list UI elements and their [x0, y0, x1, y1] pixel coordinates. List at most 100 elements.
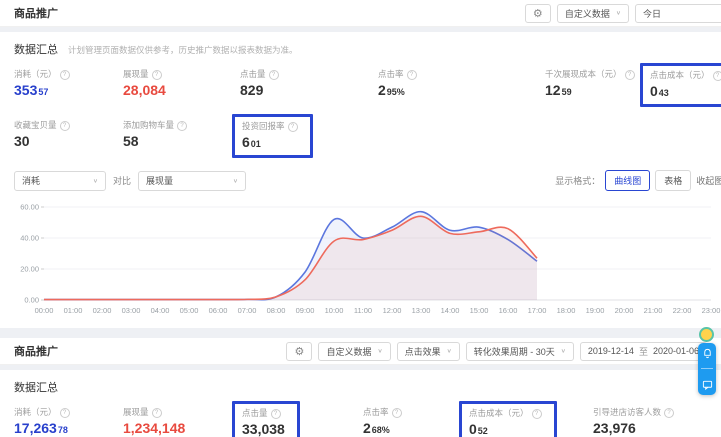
- notification-icon[interactable]: [702, 348, 713, 359]
- svg-text:04:00: 04:00: [151, 306, 170, 315]
- svg-text:16:00: 16:00: [499, 306, 518, 315]
- chevron-down-icon: [561, 348, 566, 354]
- metric-label: 消耗（元）: [14, 68, 70, 80]
- metric-label: 收藏宝贝量: [14, 119, 70, 131]
- svg-text:20.00: 20.00: [20, 265, 39, 274]
- panel1-metrics: 消耗（元）35357展现量28,084点击量829点击率295%千次展现成本（元…: [14, 68, 707, 158]
- metric-展现量: 展现量1,234,148: [123, 406, 240, 437]
- compare-select[interactable]: 展现量: [138, 171, 246, 191]
- summary-title: 数据汇总: [14, 41, 58, 57]
- panel1-title: 商品推广: [14, 5, 58, 21]
- svg-text:0.00: 0.00: [24, 296, 39, 305]
- metric-select[interactable]: 消耗: [14, 171, 106, 191]
- help-icon[interactable]: [532, 409, 542, 419]
- svg-text:22:00: 22:00: [673, 306, 692, 315]
- metric-value: 23,976: [593, 421, 674, 437]
- metric-value: 28,084: [123, 83, 166, 99]
- metric-收藏宝贝量: 收藏宝贝量 30: [14, 119, 123, 158]
- svg-text:60.00: 60.00: [20, 203, 39, 212]
- panel-product-promotion-1: 商品推广 自定义数据 今日 数据汇总 计划管理页面数据仅供参考，历史推广数据以报…: [0, 0, 721, 328]
- compare-label: 对比: [113, 174, 131, 187]
- help-icon[interactable]: [269, 70, 279, 80]
- collapse-chart-link[interactable]: 收起图表: [696, 174, 721, 187]
- trend-chart-svg: 0.0020.0040.0060.0000:0001:0002:0003:000…: [14, 196, 721, 324]
- custom-data-select[interactable]: 自定义数据: [318, 342, 390, 361]
- help-icon[interactable]: [60, 408, 70, 418]
- summary-hint: 计划管理页面数据仅供参考，历史推广数据以报表数据为准。: [68, 44, 298, 56]
- svg-text:18:00: 18:00: [557, 306, 576, 315]
- metric-label: 投资回报率: [242, 120, 298, 132]
- svg-text:08:00: 08:00: [267, 306, 286, 315]
- svg-text:02:00: 02:00: [93, 306, 112, 315]
- summary-title: 数据汇总: [14, 379, 58, 395]
- svg-text:19:00: 19:00: [586, 306, 605, 315]
- metric-添加购物车量: 添加购物车量 58: [123, 119, 240, 158]
- svg-text:09:00: 09:00: [296, 306, 315, 315]
- display-format-group: 显示格式： 曲线图 表格 收起图表: [555, 170, 721, 191]
- highlight-box: 点击成本（元）043: [640, 63, 721, 107]
- help-icon[interactable]: [152, 408, 162, 418]
- metric-label: 点击量: [240, 68, 279, 80]
- help-icon[interactable]: [288, 122, 298, 132]
- metric-label: 点击量: [242, 407, 285, 419]
- metric-label: 点击率: [363, 406, 402, 418]
- metric-点击成本（元）: 点击成本（元）052: [467, 406, 593, 437]
- help-icon[interactable]: [60, 70, 70, 80]
- metric-label: 添加购物车量: [123, 119, 187, 131]
- date-picker-today[interactable]: 今日: [635, 4, 721, 23]
- chat-icon[interactable]: [702, 379, 713, 390]
- divider: [701, 368, 713, 369]
- chevron-down-icon: [616, 10, 621, 16]
- help-icon[interactable]: [407, 70, 417, 80]
- click-effect-select[interactable]: 点击效果: [397, 342, 460, 361]
- help-icon[interactable]: [60, 121, 70, 131]
- help-icon[interactable]: [392, 408, 402, 418]
- format-curve-button[interactable]: 曲线图: [605, 170, 650, 191]
- metric-点击率: 点击率 268%: [363, 406, 467, 437]
- floating-toolbar: [698, 343, 716, 395]
- metric-value: 30: [14, 134, 70, 150]
- panel1-chart-controls: 消耗 对比 展现量 显示格式： 曲线图 表格 收起图表: [14, 170, 707, 191]
- format-table-button[interactable]: 表格: [655, 170, 691, 191]
- metric-value: 268%: [363, 421, 402, 437]
- help-icon[interactable]: [625, 70, 635, 80]
- date-range-picker[interactable]: 2019-12-14 至 2020-01-06: [580, 342, 707, 361]
- gear-icon: [533, 7, 543, 20]
- metric-value: 58: [123, 134, 187, 150]
- conversion-cycle-select[interactable]: 转化效果周期 - 30天: [466, 342, 574, 361]
- help-icon[interactable]: [177, 121, 187, 131]
- settings-button[interactable]: [286, 342, 312, 361]
- panel2-toolbar: 自定义数据 点击效果 转化效果周期 - 30天 2019-12-14 至 202…: [286, 342, 707, 361]
- chevron-down-icon: [233, 177, 238, 183]
- metric-消耗（元）: 消耗（元）35357: [14, 68, 123, 107]
- svg-text:20:00: 20:00: [615, 306, 634, 315]
- svg-text:11:00: 11:00: [354, 306, 372, 315]
- help-icon[interactable]: [271, 409, 281, 419]
- metric-value: 601: [242, 135, 298, 151]
- metric-label: 千次展现成本（元）: [545, 68, 635, 80]
- metrics-row: 消耗（元）17,26378展现量1,234,148点击量33,038点击率268…: [14, 406, 707, 437]
- svg-text:12:00: 12:00: [383, 306, 402, 315]
- panel2-title: 商品推广: [14, 343, 58, 359]
- highlight-box: 点击成本（元）052: [459, 401, 557, 437]
- metric-value: 043: [650, 84, 721, 100]
- metric-展现量: 展现量28,084: [123, 68, 240, 107]
- assistant-avatar[interactable]: [699, 327, 714, 342]
- svg-text:15:00: 15:00: [470, 306, 489, 315]
- help-icon[interactable]: [152, 70, 162, 80]
- metric-value: 295%: [378, 83, 417, 99]
- help-icon[interactable]: [664, 408, 674, 418]
- settings-button[interactable]: [525, 4, 551, 23]
- metric-消耗（元）: 消耗（元）17,26378: [14, 406, 123, 437]
- panel1-body: 数据汇总 计划管理页面数据仅供参考，历史推广数据以报表数据为准。 消耗（元）35…: [0, 32, 721, 328]
- svg-text:07:00: 07:00: [238, 306, 257, 315]
- svg-text:10:00: 10:00: [325, 306, 344, 315]
- metric-value: 1259: [545, 83, 635, 99]
- custom-data-select[interactable]: 自定义数据: [557, 4, 629, 23]
- help-icon[interactable]: [713, 71, 721, 81]
- svg-text:05:00: 05:00: [180, 306, 199, 315]
- panel2-summary-header: 数据汇总: [14, 379, 707, 395]
- metric-value: 052: [469, 422, 542, 437]
- panel2-body: 数据汇总 消耗（元）17,26378展现量1,234,148点击量33,038点…: [0, 370, 721, 437]
- svg-text:13:00: 13:00: [412, 306, 431, 315]
